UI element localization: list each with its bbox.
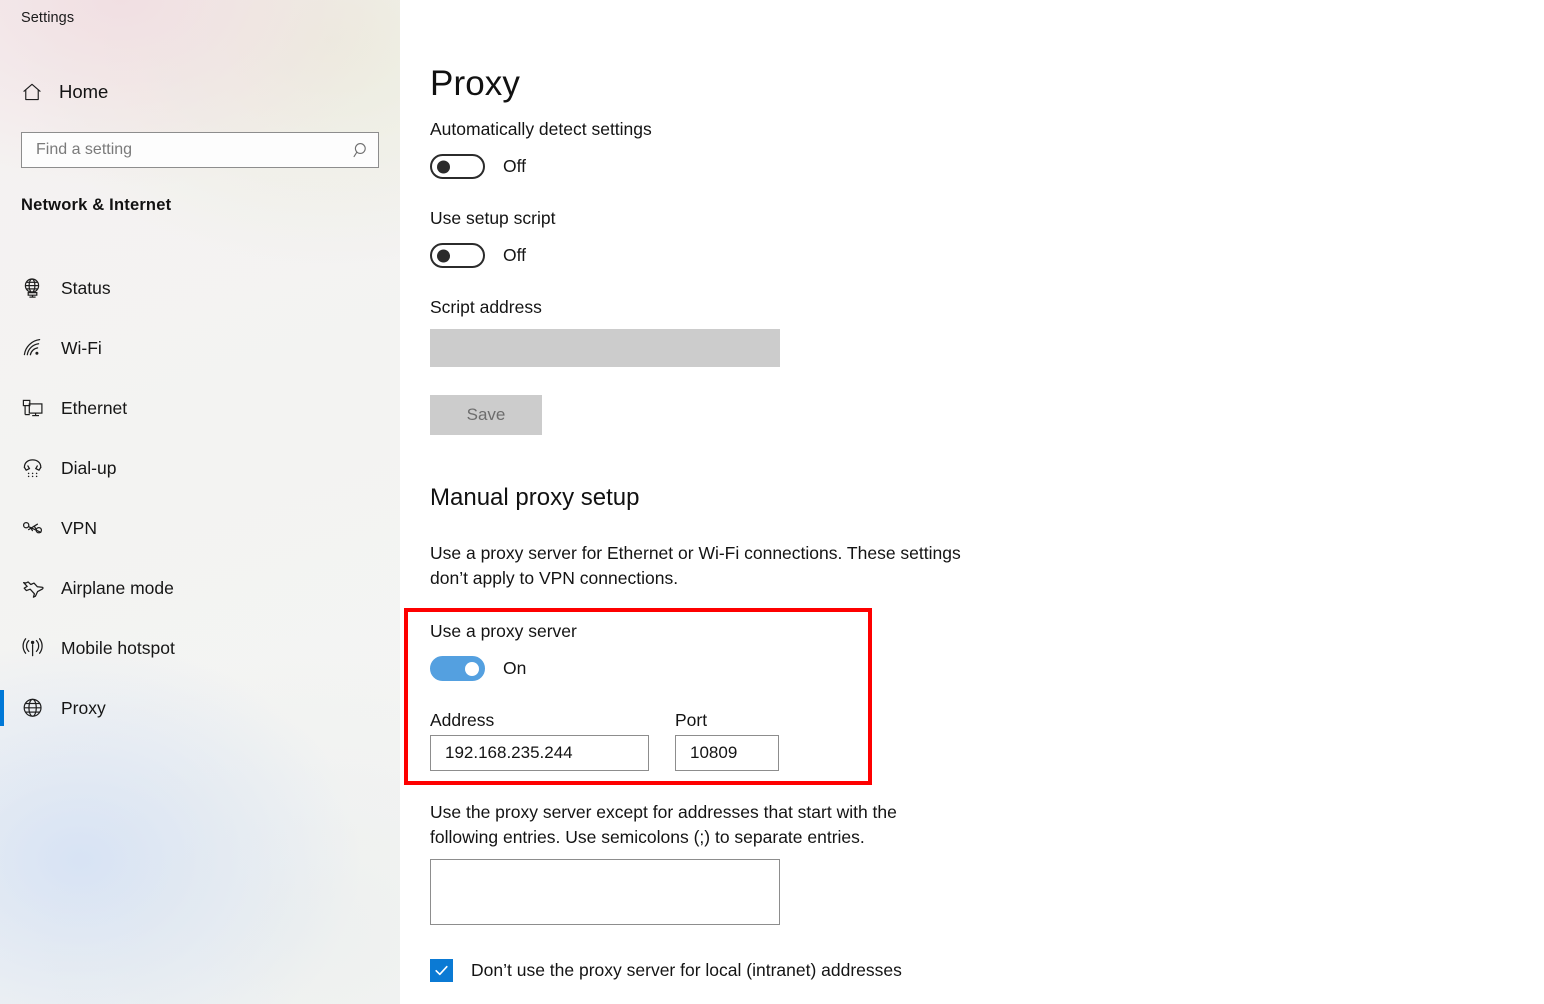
wifi-icon [21, 335, 51, 361]
home-icon [21, 81, 43, 103]
sidebar-item-dialup[interactable]: Dial-up [0, 438, 400, 498]
exceptions-line-1: Use the proxy server except for addresse… [430, 802, 897, 822]
checkbox[interactable] [430, 959, 453, 982]
sidebar-item-home[interactable]: Home [14, 74, 108, 110]
description-line-1: Use a proxy server for Ethernet or Wi-Fi… [430, 543, 961, 563]
sidebar-item-mobile-hotspot[interactable]: Mobile hotspot [0, 618, 400, 678]
sidebar-item-proxy[interactable]: Proxy [0, 678, 400, 738]
auto-detect-settings-state: Off [503, 156, 527, 176]
search-input[interactable] [22, 133, 344, 167]
search-box[interactable] [21, 132, 379, 168]
use-proxy-server-toggle[interactable]: On [430, 656, 526, 681]
settings-window: Settings Home Network & Internet [0, 0, 1544, 1004]
dialup-phone-icon [21, 455, 51, 481]
globe-monitor-icon [21, 275, 51, 301]
sidebar-nav-list: Status Wi-Fi Ethernet Dial-up VPN Airpla… [0, 258, 400, 738]
sidebar-item-ethernet[interactable]: Ethernet [0, 378, 400, 438]
auto-detect-settings-label: Automatically detect settings [430, 119, 652, 139]
auto-detect-settings-toggle[interactable]: Off [430, 154, 526, 179]
selection-indicator [0, 690, 4, 726]
globe-icon [21, 695, 51, 721]
toggle-switch-knob [465, 661, 479, 676]
search-icon[interactable] [344, 133, 378, 167]
sidebar-item-airplane-mode[interactable]: Airplane mode [0, 558, 400, 618]
sidebar-item-label: Dial-up [61, 457, 117, 478]
sidebar-group-title: Network & Internet [21, 196, 172, 214]
use-proxy-server-label: Use a proxy server [430, 621, 577, 641]
sidebar-item-label: Status [61, 277, 111, 298]
sidebar-item-label: Wi-Fi [61, 337, 102, 358]
sidebar-item-vpn[interactable]: VPN [0, 498, 400, 558]
sidebar-item-status[interactable]: Status [0, 258, 400, 318]
toggle-switch-track[interactable] [430, 656, 485, 681]
sidebar: Settings Home Network & Internet [0, 0, 400, 1004]
toggle-switch-knob [437, 160, 450, 173]
vpn-key-icon [21, 515, 51, 541]
sidebar-item-label: Proxy [61, 697, 106, 718]
hotspot-icon [21, 635, 51, 661]
sidebar-item-label: Airplane mode [61, 577, 174, 598]
address-label: Address [430, 710, 495, 730]
address-input[interactable] [430, 735, 649, 771]
save-button-label: Save [466, 405, 506, 424]
main-content: Proxy Automatically detect settings Off … [400, 0, 1544, 1004]
script-address-input [430, 329, 780, 367]
port-input[interactable] [675, 735, 779, 771]
manual-proxy-setup-description: Use a proxy server for Ethernet or Wi-Fi… [430, 541, 961, 591]
exceptions-line-2: following entries. Use semicolons (;) to… [430, 827, 865, 847]
toggle-switch-track[interactable] [430, 154, 485, 179]
sidebar-item-wifi[interactable]: Wi-Fi [0, 318, 400, 378]
ethernet-icon [21, 395, 51, 421]
sidebar-item-label: Ethernet [61, 397, 128, 418]
proxy-exceptions-textarea[interactable] [430, 859, 780, 925]
use-proxy-server-state: On [503, 658, 527, 678]
use-setup-script-label: Use setup script [430, 208, 556, 228]
use-setup-script-state: Off [503, 245, 527, 265]
sidebar-item-label: VPN [61, 517, 97, 538]
description-line-2: don’t apply to VPN connections. [430, 568, 679, 588]
port-label: Port [675, 710, 708, 730]
use-setup-script-toggle[interactable]: Off [430, 243, 526, 268]
manual-proxy-setup-heading: Manual proxy setup [430, 484, 640, 511]
sidebar-home-label: Home [59, 81, 109, 102]
page-title: Proxy [430, 64, 520, 103]
toggle-switch-track[interactable] [430, 243, 485, 268]
save-button: Save [430, 395, 542, 435]
window-title: Settings [21, 10, 75, 26]
script-address-label: Script address [430, 297, 542, 317]
bypass-local-addresses-checkbox-row[interactable]: Don’t use the proxy server for local (in… [430, 959, 902, 982]
bypass-local-addresses-label: Don’t use the proxy server for local (in… [471, 960, 902, 980]
sidebar-item-label: Mobile hotspot [61, 637, 175, 658]
airplane-icon [21, 575, 51, 601]
proxy-exceptions-description: Use the proxy server except for addresse… [430, 800, 897, 850]
toggle-switch-knob [437, 249, 450, 262]
